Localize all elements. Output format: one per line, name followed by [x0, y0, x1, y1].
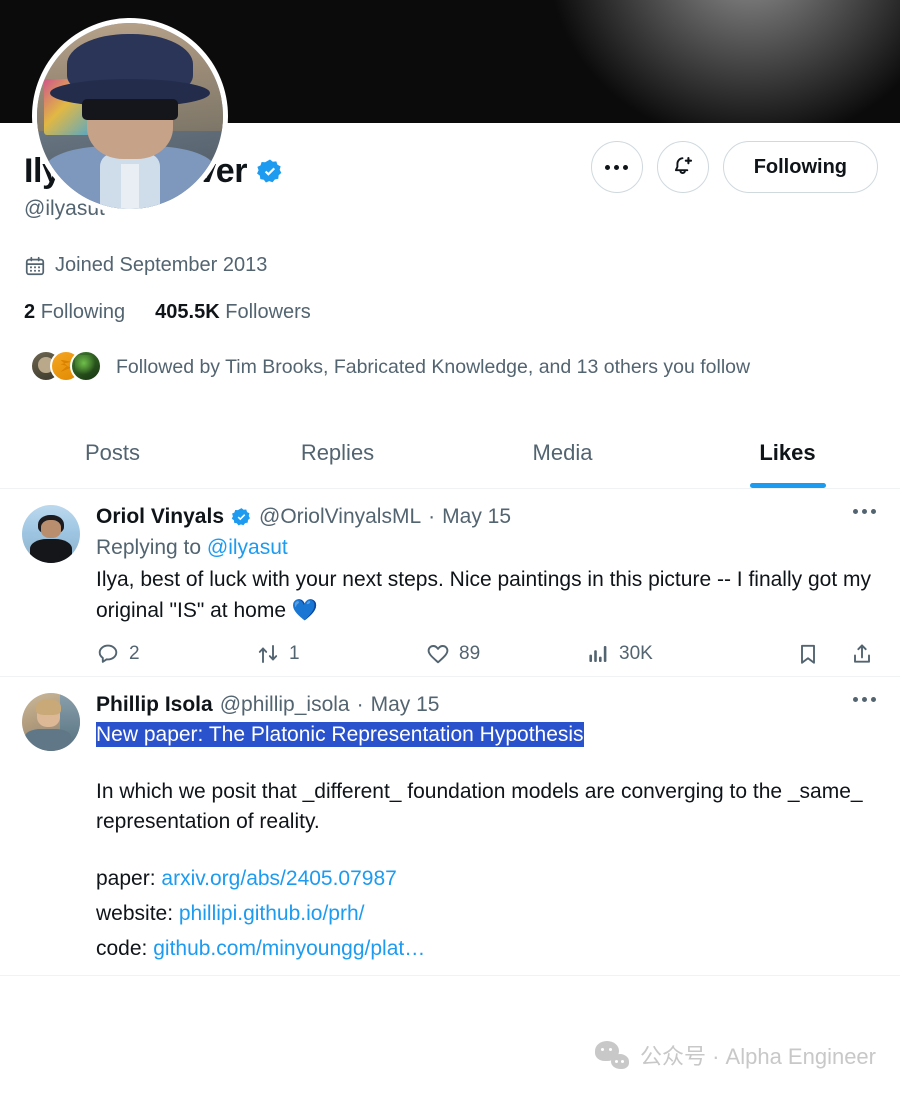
reply-button[interactable]: 2 [96, 642, 256, 666]
avatar-hair [35, 699, 62, 716]
avatar-tie [120, 164, 140, 209]
followed-by-text: Followed by Tim Brooks, Fabricated Knowl… [116, 355, 751, 378]
tweet-more-button[interactable] [853, 509, 876, 515]
watermark-text: 公众号 · Alpha Engineer [640, 1044, 876, 1069]
views-count: 30K [619, 643, 653, 665]
reply-icon [98, 644, 118, 664]
tweet-item[interactable]: Phillip Isola @phillip_isola · May 15 Ne… [0, 677, 900, 976]
following-button[interactable]: Following [722, 141, 878, 193]
notify-button[interactable] [656, 141, 709, 193]
retweet-icon [258, 645, 278, 664]
bookmark-icon[interactable] [796, 642, 820, 666]
wechat-icon [595, 1041, 629, 1069]
more-options-button[interactable] [590, 141, 643, 193]
tweet-secondary-actions [796, 642, 874, 666]
tweet-actions: 2 1 89 30K [96, 642, 878, 666]
avatar-shirt [25, 729, 71, 752]
share-icon[interactable] [850, 642, 874, 666]
paper-link[interactable]: arxiv.org/abs/2405.07987 [161, 867, 396, 890]
tweet-link-row: website: phillipi.github.io/prh/ [96, 899, 878, 929]
more-horizontal-icon [605, 164, 629, 170]
tweet-author-avatar[interactable] [22, 693, 80, 752]
tweet-separator: · [356, 693, 364, 717]
link-label: paper: [96, 866, 162, 890]
reply-count: 2 [129, 643, 140, 665]
avatar-image [37, 23, 223, 209]
views-button[interactable]: 30K [586, 642, 756, 666]
tab-likes[interactable]: Likes [675, 422, 900, 489]
tweet-more-button[interactable] [853, 697, 876, 703]
tweet-link-row: code: github.com/minyoungg/plat… [96, 934, 878, 964]
verified-badge-icon [231, 508, 250, 526]
tweet-author-name[interactable]: Oriol Vinyals [96, 505, 224, 529]
tweet-author-handle[interactable]: @OriolVinyalsML [259, 505, 421, 529]
tab-label: Media [532, 440, 593, 466]
tweet-highlighted-line: New paper: The Platonic Representation H… [96, 720, 878, 750]
tweet-author-avatar[interactable] [22, 505, 80, 564]
avatar-sunglasses [81, 99, 179, 120]
heart-icon [427, 645, 449, 664]
tab-label: Posts [84, 440, 141, 466]
calendar-icon [25, 256, 45, 276]
tab-media[interactable]: Media [450, 422, 675, 488]
verified-badge-icon [257, 159, 282, 183]
tweet-body: Phillip Isola @phillip_isola · May 15 Ne… [96, 693, 878, 965]
followed-by-row[interactable]: Followed by Tim Brooks, Fabricated Knowl… [24, 350, 876, 384]
tab-replies[interactable]: Replies [225, 422, 450, 488]
profile-actions: Following [590, 141, 878, 193]
tweet-text: In which we posit that _different_ found… [96, 777, 878, 838]
replying-to-mention[interactable]: @ilyasut [207, 536, 288, 559]
selected-text: New paper: The Platonic Representation H… [96, 722, 584, 748]
like-count: 89 [459, 643, 481, 665]
followers-count[interactable]: 405.5K Followers [155, 301, 311, 324]
banner-glow [520, 0, 900, 123]
bell-plus-icon [674, 157, 692, 174]
views-bar-chart-icon [589, 646, 607, 663]
tweet-text-content: In which we posit that _different_ found… [96, 779, 863, 834]
follower-avatar [70, 350, 102, 383]
code-link[interactable]: github.com/minyoungg/plat… [153, 937, 425, 960]
tweet-separator: · [428, 505, 436, 529]
tab-label: Replies [300, 440, 375, 466]
link-label: code: [96, 937, 154, 961]
tweet-date[interactable]: May 15 [442, 505, 511, 529]
avatar-torso [30, 539, 72, 564]
tweet-text-content: Ilya, best of luck with your next steps.… [96, 568, 871, 622]
tweet-body: Oriol Vinyals @OriolVinyalsML · May 15 R… [96, 505, 878, 666]
tab-label: Likes [759, 440, 816, 466]
active-tab-indicator [749, 483, 826, 489]
follower-avatar-stack [30, 350, 102, 384]
tweet-author-name[interactable]: Phillip Isola [96, 693, 213, 717]
joined-date-row: Joined September 2013 [24, 254, 876, 277]
tweet-author-handle[interactable]: @phillip_isola [220, 693, 350, 717]
replying-to-row: Replying to @ilyasut [96, 536, 878, 560]
website-link[interactable]: phillipi.github.io/prh/ [179, 902, 365, 925]
profile-counts: 2 Following 405.5K Followers [24, 301, 876, 324]
following-count[interactable]: 2 Following [24, 301, 125, 324]
tweet-header: Oriol Vinyals @OriolVinyalsML · May 15 [96, 505, 878, 529]
joined-date-text: Joined September 2013 [55, 254, 268, 277]
link-label: website: [96, 902, 179, 926]
avatar-face [40, 520, 62, 538]
like-button[interactable]: 89 [426, 642, 586, 666]
profile-avatar[interactable] [32, 18, 228, 214]
tweet-date[interactable]: May 15 [371, 693, 440, 717]
profile-tabs: Posts Replies Media Likes [0, 422, 900, 490]
tweet-item[interactable]: Oriol Vinyals @OriolVinyalsML · May 15 R… [0, 489, 900, 678]
tweet-header: Phillip Isola @phillip_isola · May 15 [96, 693, 878, 717]
retweet-button[interactable]: 1 [256, 642, 426, 666]
blue-heart-emoji: 💙 [291, 598, 318, 622]
replying-to-label: Replying to [96, 536, 207, 560]
tab-posts[interactable]: Posts [0, 422, 225, 488]
tweet-link-row: paper: arxiv.org/abs/2405.07987 [96, 864, 878, 894]
tweet-text: Ilya, best of luck with your next steps.… [96, 565, 878, 626]
wechat-watermark: 公众号 · Alpha Engineer [595, 1039, 876, 1071]
retweet-count: 1 [289, 643, 300, 665]
